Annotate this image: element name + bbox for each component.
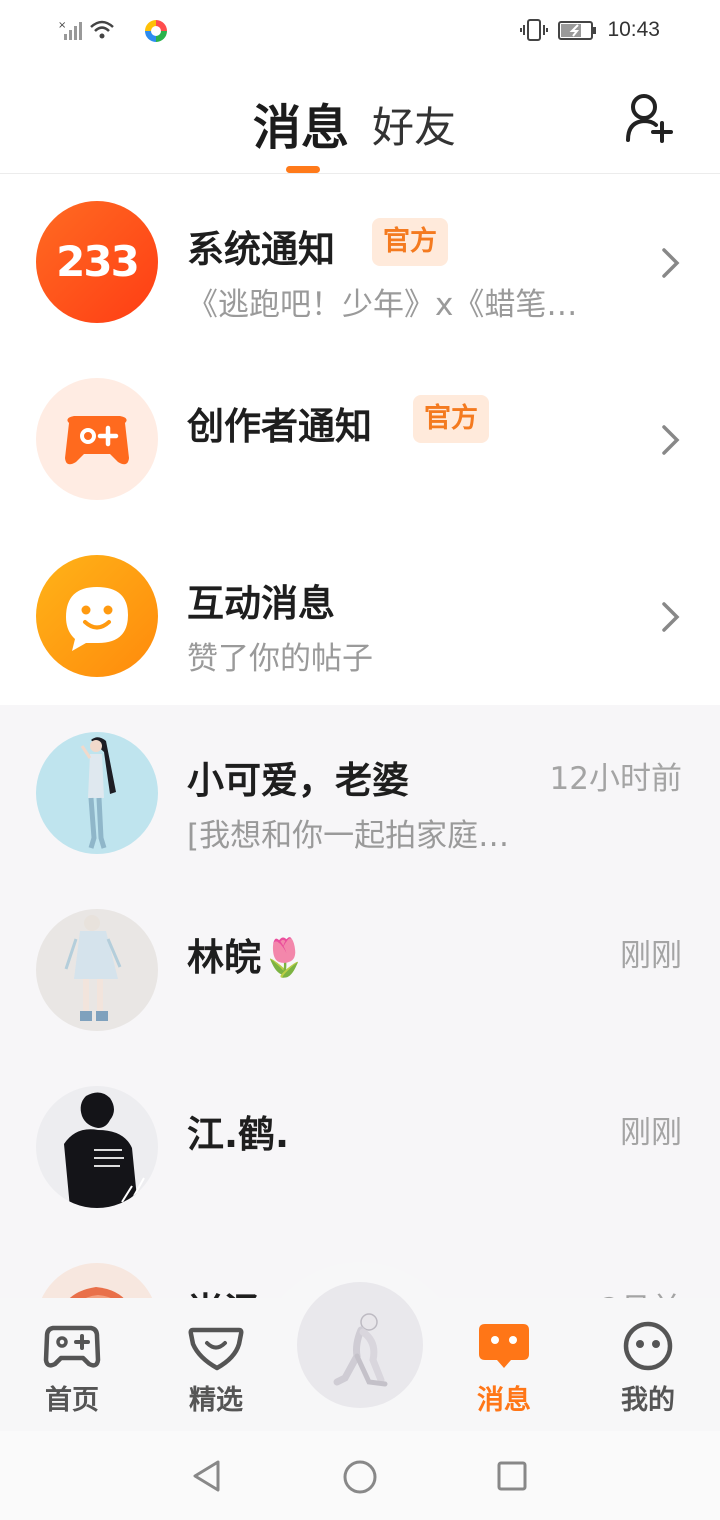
home-circle-icon[interactable]	[342, 1459, 378, 1495]
chat-name: 小可爱，老婆	[187, 759, 409, 802]
nav-home[interactable]: 首页	[17, 1320, 127, 1417]
system-navigation-bar	[0, 1431, 720, 1520]
add-friend-icon[interactable]	[620, 90, 676, 146]
creator-avatar	[36, 378, 158, 500]
chat-preview: [我想和你一起拍家庭…	[187, 818, 510, 854]
character-figure-icon	[64, 915, 122, 1021]
chat-time: 刚刚	[620, 938, 682, 974]
chat-row[interactable]: 小可爱，老婆 12小时前 [我想和你一起拍家庭…	[0, 705, 720, 882]
nav-featured-label: 精选	[189, 1385, 243, 1416]
official-badge: 官方	[413, 395, 489, 443]
wifi-icon	[90, 20, 114, 39]
chevron-right-icon	[662, 425, 680, 455]
status-bar: × 10:43	[0, 0, 720, 64]
battery-icon	[558, 21, 596, 40]
chat-time: 12小时前	[549, 761, 682, 797]
heart-box-icon	[188, 1327, 244, 1371]
svg-text:×: ×	[58, 20, 66, 31]
tab-friends[interactable]: 好友	[372, 94, 456, 155]
creator-notice-row[interactable]: 创作者通知 官方	[0, 351, 720, 528]
nav-me-label: 我的	[621, 1385, 675, 1416]
message-bubble-icon	[479, 1324, 529, 1368]
chat-row[interactable]: 江.鹤. 刚刚	[0, 1059, 720, 1236]
recents-square-icon[interactable]	[496, 1460, 528, 1492]
avatar-233: 233	[36, 201, 158, 323]
signal-icon: ×	[58, 20, 82, 40]
interaction-notice-row[interactable]: 互动消息 赞了你的帖子	[0, 528, 720, 705]
chat-face-icon	[66, 587, 128, 651]
nav-messages[interactable]: 消息	[449, 1320, 559, 1417]
chevron-right-icon	[662, 248, 680, 278]
chat-name: 林皖🌷	[187, 936, 308, 979]
face-icon	[623, 1321, 673, 1371]
chat-time: 刚刚	[620, 1115, 682, 1151]
tab-indicator	[286, 166, 320, 173]
character-silhouette-icon	[64, 1092, 145, 1208]
nav-messages-label: 消息	[477, 1385, 531, 1416]
chat-name: 江.鹤.	[187, 1113, 290, 1156]
interaction-avatar	[36, 555, 158, 677]
gamepad-logo-icon	[65, 416, 129, 465]
user-avatar[interactable]	[36, 732, 158, 854]
row-title: 创作者通知	[187, 405, 372, 448]
character-avatar-icon	[333, 1313, 388, 1387]
logo-233-text: 233	[56, 237, 140, 286]
app-notification-icon	[145, 20, 167, 42]
vibrate-icon	[520, 19, 548, 41]
nav-home-label: 首页	[45, 1385, 99, 1416]
chat-row[interactable]: 林皖🌷 刚刚	[0, 882, 720, 1059]
nav-featured[interactable]: 精选	[161, 1320, 271, 1417]
user-avatar[interactable]	[36, 1086, 158, 1208]
chevron-right-icon	[662, 602, 680, 632]
system-notice-row[interactable]: 233 系统通知 官方 《逃跑吧！少年》x《蜡笔…	[0, 174, 720, 351]
center-avatar-button[interactable]	[297, 1282, 423, 1408]
official-badge: 官方	[372, 218, 448, 266]
tab-messages[interactable]: 消息	[253, 88, 349, 158]
row-preview: 赞了你的帖子	[187, 641, 373, 677]
character-figure-icon	[80, 737, 116, 849]
user-avatar[interactable]	[36, 909, 158, 1031]
nav-me[interactable]: 我的	[593, 1320, 703, 1417]
gamepad-icon	[43, 1325, 101, 1368]
clock: 10:43	[607, 18, 660, 41]
back-triangle-icon[interactable]	[190, 1459, 222, 1493]
row-preview: 《逃跑吧！少年》x《蜡笔…	[187, 287, 578, 323]
row-title: 互动消息	[187, 582, 335, 625]
row-title: 系统通知	[187, 228, 335, 271]
